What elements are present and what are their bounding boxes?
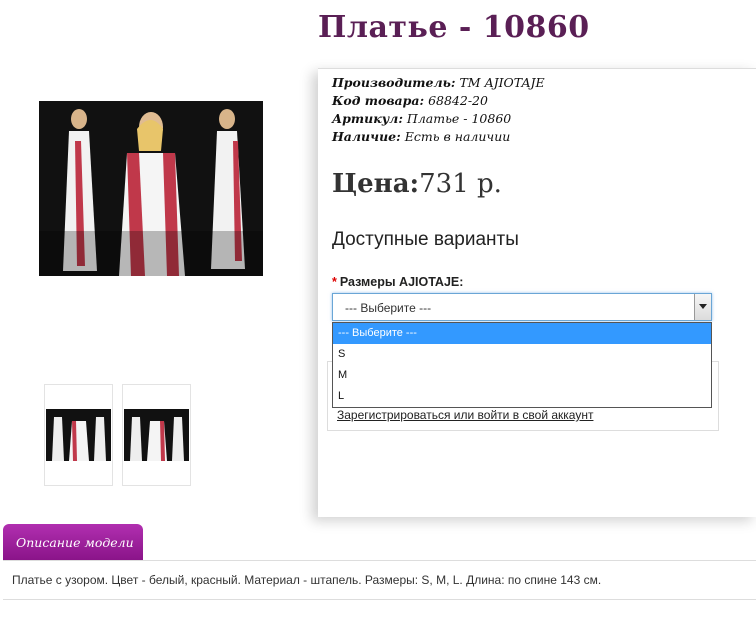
spec-product-code: Код товара: 68842-20 (332, 93, 488, 108)
size-option[interactable]: --- Выберите --- (333, 323, 711, 344)
spec-label: Производитель: (332, 75, 456, 90)
price: Цена:731 р. (332, 169, 502, 199)
spec-value: 68842-20 (428, 93, 488, 108)
product-photo (39, 101, 263, 276)
description-box: Платье с узором. Цвет - белый, красный. … (3, 560, 756, 600)
size-dropdown-list: --- Выберите --- S M L (332, 322, 712, 408)
spec-label: Артикул: (332, 111, 403, 126)
spec-label: Код товара: (332, 93, 425, 108)
register-login-link[interactable]: Зарегистрироваться или войти в свой акка… (337, 408, 593, 422)
size-option[interactable]: S (333, 344, 711, 365)
dropdown-arrow-button[interactable] (694, 294, 711, 320)
spec-manufacturer: Производитель: ТМ AJIOTAJE (332, 75, 545, 90)
spec-label: Наличие: (332, 129, 401, 144)
size-select[interactable]: --- Выберите --- (332, 293, 712, 321)
size-select-value: --- Выберите --- (345, 301, 432, 315)
spec-value: Есть в наличии (404, 129, 511, 144)
tab-description[interactable]: Описание модели (3, 524, 143, 560)
description-text: Платье с узором. Цвет - белый, красный. … (12, 573, 602, 587)
size-option[interactable]: L (333, 386, 711, 407)
thumbnail-image (46, 409, 111, 461)
product-main-image[interactable] (39, 101, 263, 276)
tab-label: Описание модели (16, 535, 134, 550)
chevron-down-icon (699, 304, 707, 309)
manufacturer-link[interactable]: ТМ AJIOTAJE (459, 75, 544, 90)
size-label-text: Размеры AJIOTAJE: (339, 275, 464, 289)
thumbnail-image (124, 409, 189, 461)
product-thumbnail[interactable] (44, 384, 113, 486)
spec-value: Платье - 10860 (406, 111, 512, 126)
price-value: 731 р. (419, 169, 502, 199)
page-title: Платье - 10860 (318, 10, 590, 45)
spec-article: Артикул: Платье - 10860 (332, 111, 511, 126)
price-label: Цена: (332, 169, 420, 199)
variants-title: Доступные варианты (332, 229, 519, 250)
size-option[interactable]: M (333, 365, 711, 386)
size-label: * Размеры AJIOTAJE: (332, 275, 463, 289)
spec-availability: Наличие: Есть в наличии (332, 129, 510, 144)
product-thumbnail[interactable] (122, 384, 191, 486)
required-mark: * (332, 275, 337, 289)
